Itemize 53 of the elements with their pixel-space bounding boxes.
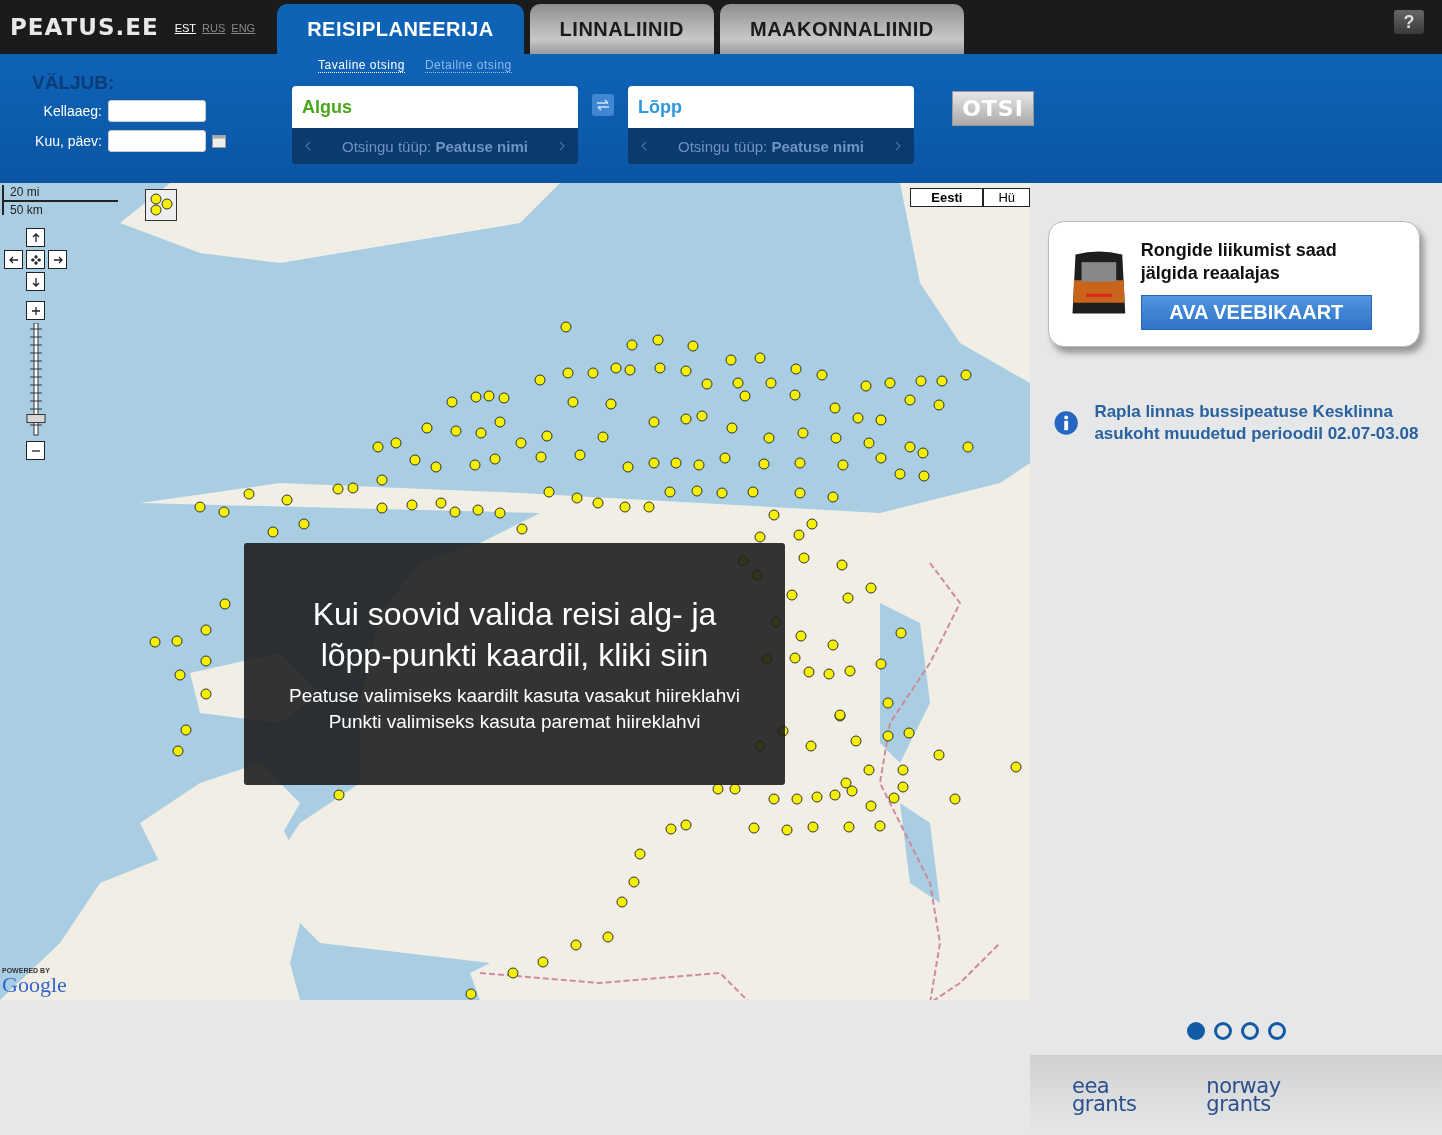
carousel-dot[interactable] — [1240, 1022, 1259, 1040]
map-layer-button[interactable]: Eesti — [910, 188, 984, 207]
zoom-slider-track[interactable] — [33, 323, 39, 436]
notice-link[interactable]: Rapla linnas bussipeatuse Kesklinna asukoht muudetud perioodil 02.07-03.08 — [1094, 401, 1442, 445]
grants-logo: norway grants — [1206, 1077, 1281, 1113]
map-provider-logo[interactable]: Google — [2, 974, 67, 996]
map-layer-button[interactable]: Hü — [983, 188, 1030, 207]
swap-button[interactable] — [592, 94, 614, 116]
map-hint-title: Kui soovid valida reisi alg- ja lõpp-punkti kaardil, kliki siin — [311, 595, 718, 675]
pan-down-button[interactable] — [26, 272, 45, 291]
date-label: Kuu, päev: — [34, 133, 102, 149]
location-input[interactable]: Algus — [292, 86, 578, 128]
map-hint-text: Peatuse valimiseks kaardilt kasuta vasakut hiireklahvi — [289, 684, 740, 708]
language-link[interactable]: RUS — [202, 22, 226, 34]
departure-title: VÄLJUB: — [32, 72, 116, 94]
cluster-toggle-icon[interactable] — [145, 189, 177, 221]
pan-left-button[interactable] — [4, 250, 23, 269]
grants-logo: eea grants — [1072, 1077, 1137, 1113]
promo-text: Rongide liikumist saad jälgida reaalajas — [1140, 238, 1338, 285]
location-field[interactable]: Algus Otsingu tüüp: Peatuse nimi — [292, 86, 578, 164]
carousel-dot[interactable] — [1186, 1022, 1205, 1040]
open-map-button[interactable]: AVA VEEBIKAART — [1140, 294, 1372, 330]
location-input[interactable]: Lõpp — [628, 86, 914, 128]
carousel-dot[interactable] — [1267, 1022, 1286, 1040]
search-type-label: Otsingu tüüp: Peatuse nimi — [342, 137, 528, 155]
map-scale: 20 mi 50 km — [2, 185, 118, 215]
search-type-label: Otsingu tüüp: Peatuse nimi — [678, 137, 864, 155]
language-link[interactable]: ENG — [231, 22, 256, 34]
pan-up-button[interactable] — [26, 228, 45, 247]
pan-right-button[interactable] — [48, 250, 67, 269]
search-mode-link[interactable]: Tavaline otsing — [318, 58, 405, 73]
nav-tab[interactable]: MAAKONNALIINID — [720, 4, 964, 54]
center-arrows-icon — [29, 253, 42, 266]
search-mode-link[interactable]: Detailne otsing — [424, 58, 512, 73]
swap-arrows-icon — [596, 99, 610, 111]
nav-tab[interactable]: REISIPLANEERIJA — [277, 4, 524, 54]
zoom-slider-thumb[interactable] — [26, 414, 46, 423]
plus-icon — [29, 304, 42, 317]
calendar-icon[interactable] — [212, 134, 226, 148]
language-link[interactable]: EST — [174, 22, 197, 34]
time-input[interactable] — [108, 100, 206, 122]
carousel-dot[interactable] — [1213, 1022, 1232, 1040]
time-label: Kellaaeg: — [42, 103, 102, 119]
center-button[interactable] — [26, 250, 45, 269]
map-hint-text: Punkti valimiseks kasuta paremat hiireklahvi — [328, 710, 701, 734]
location-field[interactable]: Lõpp Otsingu tüüp: Peatuse nimi — [628, 86, 914, 164]
map-hint-panel[interactable]: Kui soovid valida reisi alg- ja lõpp-punkti kaardil, kliki siin Peatuse valimiseks kaardilt kasuta vasakut hiireklahvi Punkti valimiseks kasuta paremat hiireklahvi — [244, 543, 785, 785]
zoom-in-button[interactable] — [26, 301, 45, 320]
nav-tab[interactable]: LINNALIINID — [529, 4, 714, 54]
zoom-out-button[interactable] — [26, 441, 45, 460]
help-button[interactable]: ? — [1394, 10, 1424, 34]
site-logo[interactable]: PEATUS.EE — [10, 14, 159, 40]
date-input[interactable] — [108, 130, 206, 152]
